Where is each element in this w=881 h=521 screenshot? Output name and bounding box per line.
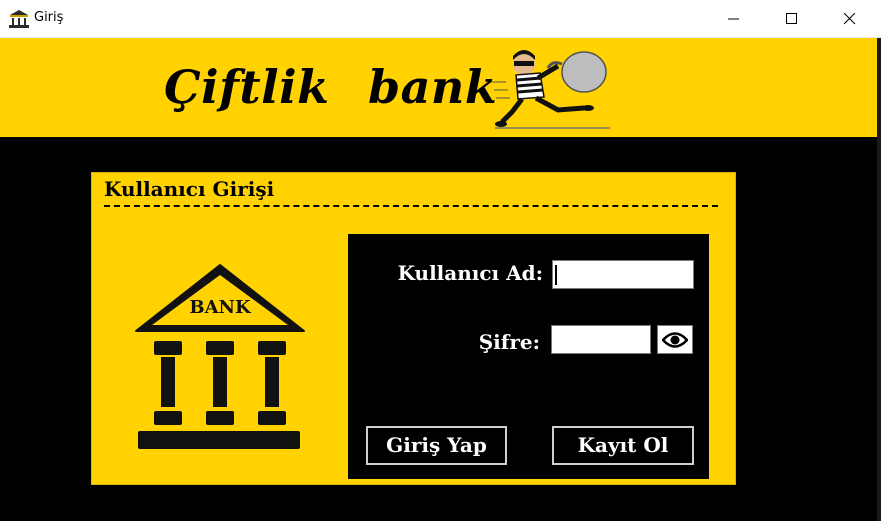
bank-building-icon: BANK (132, 263, 308, 453)
window-titlebar: Giriş (0, 0, 881, 38)
password-input[interactable] (551, 325, 651, 354)
text-cursor (555, 265, 557, 285)
bank-app-icon (9, 10, 29, 28)
show-password-button[interactable] (657, 325, 693, 354)
close-button[interactable] (822, 0, 880, 38)
eye-icon (662, 332, 688, 348)
window-title: Giriş (34, 10, 64, 25)
brand-title: Çiftlik bank (164, 60, 498, 114)
maximize-button[interactable] (764, 0, 822, 38)
panel-title: Kullanıcı Girişi (104, 177, 275, 201)
register-button[interactable]: Kayıt Ol (551, 425, 695, 466)
thief-icon (492, 42, 614, 134)
password-label: Şifre: (478, 330, 540, 354)
header-banner: Çiftlik bank (0, 38, 877, 137)
username-label: Kullanıcı Ad: (397, 261, 543, 285)
close-icon (844, 13, 856, 25)
bank-sign-text: BANK (189, 297, 252, 318)
window-edge (877, 38, 881, 521)
username-input[interactable] (552, 260, 694, 289)
login-panel: Kullanıcı Girişi BANK Kullanıcı Ad: Şifr… (91, 172, 736, 485)
dashed-divider (104, 205, 718, 207)
login-button[interactable]: Giriş Yap (365, 425, 508, 466)
minimize-button[interactable] (706, 0, 764, 38)
maximize-icon (786, 13, 797, 24)
minimize-icon (728, 18, 739, 20)
login-form: Kullanıcı Ad: Şifre: Giriş Yap Kayıt Ol (348, 234, 709, 479)
